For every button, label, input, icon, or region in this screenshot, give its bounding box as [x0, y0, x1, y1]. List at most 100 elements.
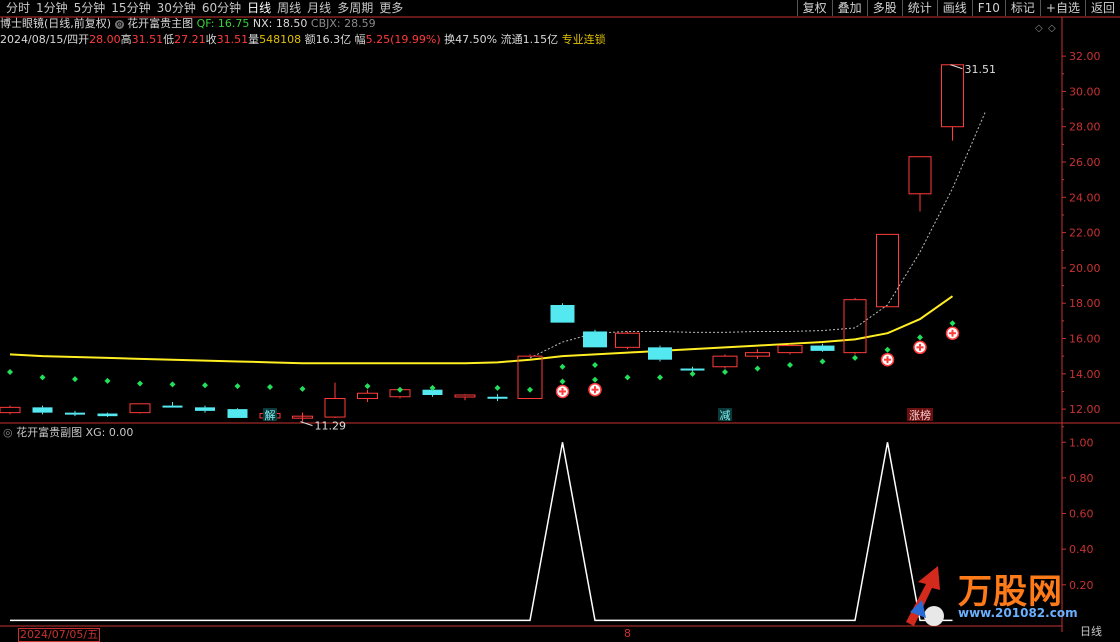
buy-marker-diamond: [949, 320, 956, 327]
candle: [227, 409, 248, 418]
diamond-marker: [137, 380, 143, 387]
toolbar: 分时 1分钟 5分钟 15分钟 30分钟 60分钟 日线 周线 月线 多周期 更多 复权 叠加 多股 统计…: [0, 0, 1120, 16]
diamond-marker: [819, 358, 826, 365]
close-value: 31.51: [216, 33, 249, 46]
watermark-url: www.201082.com: [958, 606, 1078, 620]
period-tab-9[interactable]: 多周期: [337, 0, 373, 16]
y-tick-label: 20.00: [1069, 262, 1101, 275]
candle: [843, 299, 867, 354]
candle: [0, 406, 21, 414]
toolbar-button-3[interactable]: 统计: [901, 0, 937, 16]
quote-date: 2024/08/15/四: [0, 33, 79, 46]
toolbar-button-4[interactable]: 画线: [936, 0, 972, 16]
diamond-marker: [657, 374, 663, 381]
period-unit: 日线: [1080, 625, 1102, 638]
diamond-marker: [559, 363, 566, 370]
sub-y-tick-label: 0.60: [1069, 508, 1094, 521]
toolbar-button-1[interactable]: 叠加: [831, 0, 867, 16]
diamond-marker: [689, 370, 696, 377]
toolbar-button-7[interactable]: +自选: [1039, 0, 1085, 16]
diamond-marker: [7, 369, 13, 376]
toolbar-button-8[interactable]: 返回: [1084, 0, 1120, 16]
period-tab-7[interactable]: 周线: [277, 0, 301, 16]
high-label: 高: [120, 33, 132, 46]
nx-value: NX: 18.50: [252, 17, 308, 30]
indicator-settings-icon[interactable]: ⚙: [115, 19, 125, 29]
y-tick-label: 16.00: [1069, 333, 1101, 346]
low-label: 低: [163, 33, 175, 46]
diamond-marker: [169, 381, 176, 388]
sub-settings-icon[interactable]: ◎: [3, 426, 13, 439]
candle: [941, 64, 964, 128]
candle: [712, 355, 738, 368]
turnover-value: 换47.50%: [444, 33, 498, 46]
period-tab-8[interactable]: 月线: [307, 0, 331, 16]
high-annotation: 31.51: [965, 63, 997, 76]
period-tab-2[interactable]: 5分钟: [74, 0, 106, 16]
period-tab-3[interactable]: 15分钟: [111, 0, 150, 16]
period-tab-5[interactable]: 60分钟: [202, 0, 241, 16]
period-tab-4[interactable]: 30分钟: [157, 0, 196, 16]
diamond-marker: [624, 374, 631, 381]
volume-label: 量: [248, 33, 260, 46]
period-tab-1[interactable]: 1分钟: [36, 0, 68, 16]
toolbar-button-5[interactable]: F10: [971, 0, 1005, 16]
candle: [648, 347, 672, 360]
diamond-marker: [397, 386, 403, 393]
diamond-marker: [202, 382, 208, 389]
candle: [454, 394, 476, 398]
kline-chart[interactable]: ◇ ◇12.0014.0016.0018.0020.0022.0024.0026.…: [0, 0, 1120, 640]
sector-tag[interactable]: 专业连锁: [562, 33, 606, 46]
y-tick-label: 32.00: [1069, 50, 1101, 63]
watermark-logo: 万股网 www.201082.com: [900, 562, 1110, 632]
xg-value: XG: 0.00: [86, 426, 134, 439]
candle: [65, 412, 85, 415]
period-tabs: 分时 1分钟 5分钟 15分钟 30分钟 60分钟 日线 周线 月线 多周期 更多: [0, 0, 403, 16]
change-label: 幅: [354, 33, 366, 46]
candle: [777, 345, 803, 354]
candle: [615, 332, 640, 348]
toolbar-buttons: 复权 叠加 多股 统计 画线 F10 标记 +自选 返回: [796, 0, 1120, 16]
period-tab-10[interactable]: 更多: [379, 0, 403, 16]
signal-label: 解: [265, 408, 276, 422]
y-tick-label: 30.00: [1069, 85, 1101, 98]
candle: [908, 156, 932, 195]
diamond-marker: [787, 361, 793, 368]
main-indicator-name[interactable]: 花开富贵主图: [127, 17, 193, 30]
toolbar-button-0[interactable]: 复权: [796, 0, 832, 16]
annotation-pointer: [300, 421, 313, 427]
y-tick-label: 26.00: [1069, 156, 1101, 169]
sub-indicator-header: ◎ 花开富贵副图 XG: 0.00: [3, 425, 133, 439]
toolbar-button-6[interactable]: 标记: [1004, 0, 1040, 16]
high-value: 31.51: [131, 33, 164, 46]
open-label: 开: [78, 33, 90, 46]
period-tab-0[interactable]: 分时: [6, 0, 30, 16]
sub-indicator-name[interactable]: 花开富贵副图: [13, 425, 86, 439]
y-tick-label: 22.00: [1069, 227, 1101, 240]
low-value: 27.21: [174, 33, 206, 46]
diamond-marker: [267, 384, 273, 391]
buy-marker-diamond: [917, 334, 923, 341]
y-tick-label: 12.00: [1069, 403, 1101, 416]
y-tick-label: 24.00: [1069, 191, 1101, 204]
candle: [324, 398, 346, 418]
candle: [810, 345, 835, 351]
candle: [129, 403, 151, 414]
signal-label: 减: [720, 409, 731, 422]
toolbar-button-2[interactable]: 多股: [866, 0, 902, 16]
period-tab-6[interactable]: 日线: [247, 0, 271, 16]
candle: [550, 304, 575, 323]
float-value: 流通1.15亿: [500, 33, 559, 46]
xg-line: [10, 442, 953, 622]
diamond-marker: [592, 361, 598, 368]
diamond-marker: [364, 383, 371, 390]
y-tick-label: 28.00: [1069, 121, 1101, 134]
diamond-marker: [39, 374, 46, 381]
chart-tool-name: 博士眼镜(日线,前复权): [0, 17, 112, 30]
candle: [487, 396, 508, 399]
diamond-marker: [722, 369, 728, 376]
candle: [32, 407, 53, 413]
y-tick-label: 18.00: [1069, 297, 1101, 310]
ma-line: [9, 295, 954, 365]
sub-y-tick-label: 0.40: [1069, 543, 1094, 556]
